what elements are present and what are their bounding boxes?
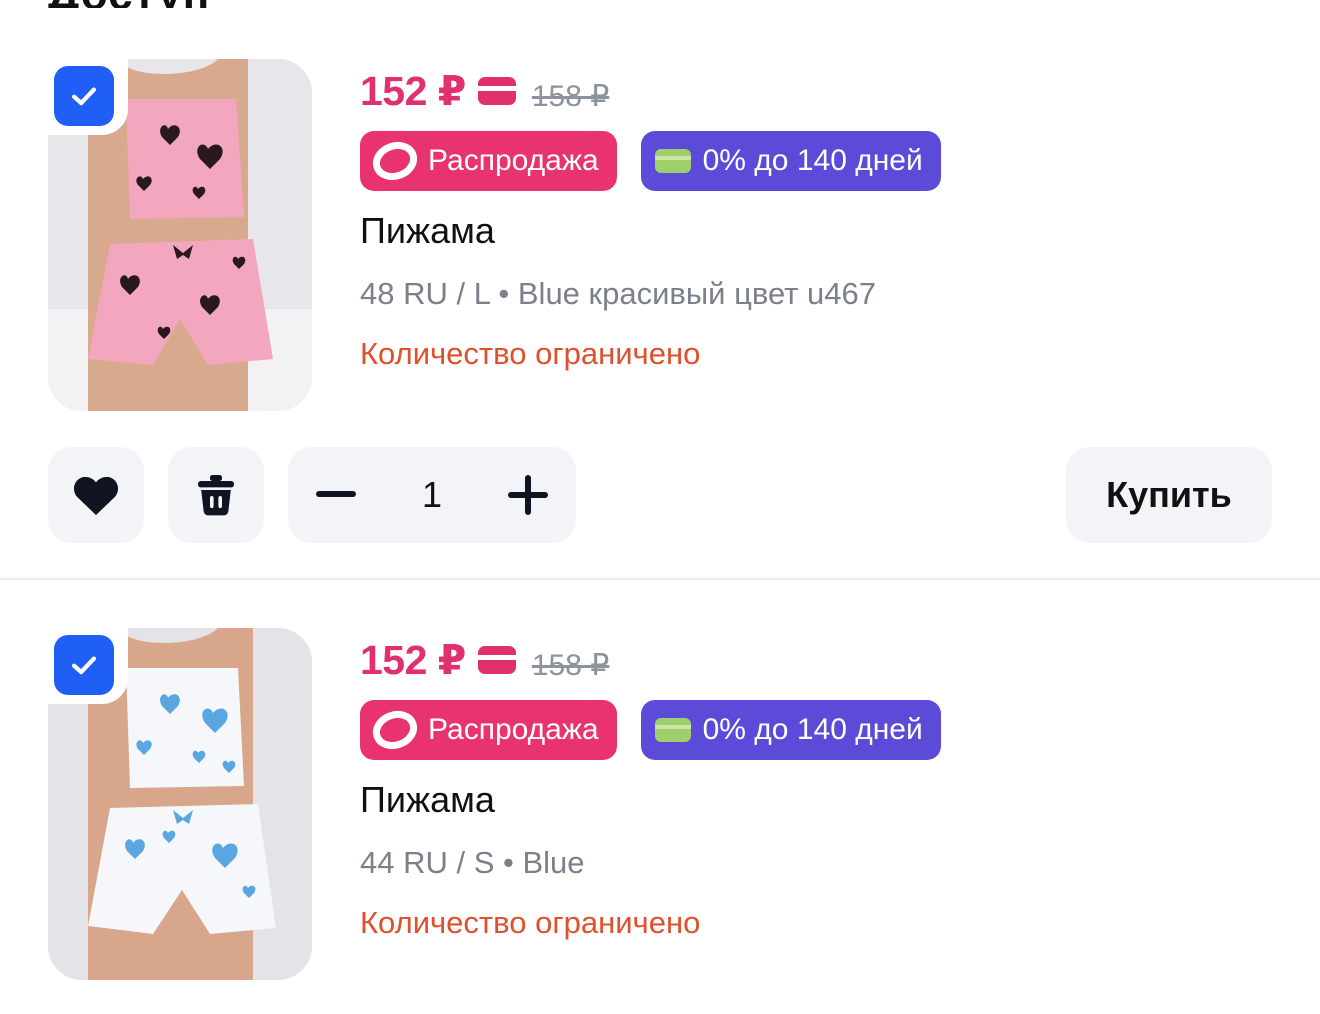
card-icon — [477, 77, 516, 105]
credit-badge[interactable]: 0% до 140 дней — [640, 700, 941, 760]
trash-icon — [198, 475, 234, 516]
product-title[interactable]: Пижама — [360, 210, 495, 252]
quantity-value: 1 — [421, 474, 443, 515]
old-price: 158 ₽ — [531, 79, 610, 113]
select-checkbox[interactable] — [54, 635, 114, 695]
item-actions: 1 Купить — [48, 447, 1272, 543]
card-icon — [477, 646, 516, 674]
badges: Распродажа 0% до 140 дней — [360, 131, 941, 191]
sale-badge-label: Распродажа — [428, 713, 599, 746]
select-checkbox[interactable] — [54, 66, 114, 126]
buy-button[interactable]: Купить — [1066, 447, 1272, 543]
credit-card-icon — [653, 716, 693, 744]
price: 152 ₽ — [360, 68, 466, 114]
sale-ring-icon — [372, 141, 418, 181]
favorite-button[interactable] — [48, 447, 144, 543]
credit-badge-label: 0% до 140 дней — [702, 144, 923, 177]
sale-badge-label: Распродажа — [428, 144, 599, 177]
increase-button[interactable] — [504, 471, 552, 519]
old-price: 158 ₽ — [531, 648, 610, 682]
sale-ring-icon — [372, 710, 418, 750]
stock-status: Количество ограничено — [360, 905, 701, 940]
credit-card-icon — [653, 147, 693, 175]
sale-badge[interactable]: Распродажа — [360, 131, 617, 191]
product-variant: 44 RU / S • Blue — [360, 845, 585, 880]
minus-icon — [316, 491, 356, 497]
credit-badge-label: 0% до 140 дней — [702, 713, 923, 746]
delete-button[interactable] — [168, 447, 264, 543]
item-divider — [0, 578, 1320, 580]
price: 152 ₽ — [360, 637, 466, 683]
price-row: 152 ₽ 158 ₽ — [360, 635, 609, 685]
page-title-fragment: Доступ — [48, 0, 210, 8]
credit-badge[interactable]: 0% до 140 дней — [640, 131, 941, 191]
stock-status: Количество ограничено — [360, 336, 701, 371]
badges: Распродажа 0% до 140 дней — [360, 700, 941, 760]
product-variant: 48 RU / L • Blue красивый цвет u467 — [360, 276, 876, 311]
sale-badge[interactable]: Распродажа — [360, 700, 617, 760]
check-icon — [71, 87, 97, 106]
heart-icon — [73, 476, 119, 515]
decrease-button[interactable] — [312, 471, 360, 519]
plus-icon — [508, 475, 548, 515]
quantity-stepper: 1 — [288, 447, 576, 543]
price-row: 152 ₽ 158 ₽ — [360, 66, 609, 116]
product-title[interactable]: Пижама — [360, 779, 495, 821]
check-icon — [71, 656, 97, 675]
